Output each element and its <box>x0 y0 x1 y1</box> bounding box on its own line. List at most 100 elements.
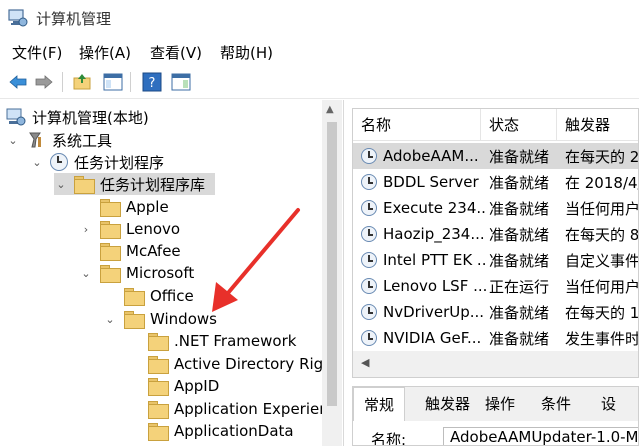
task-name: BDDL Server <box>383 173 479 191</box>
tree-item-apple[interactable]: Apple <box>100 196 169 218</box>
task-row[interactable]: Intel PTT EK ... 准备就绪 自定义事件 <box>353 247 638 273</box>
task-list-horizontal-scrollbar[interactable]: ◀ <box>353 351 638 377</box>
name-label: 名称: <box>371 431 407 446</box>
toolbar: ? <box>0 66 639 99</box>
computer-icon <box>6 108 26 126</box>
task-row[interactable]: AdobeAAM... 准备就绪 在每天的 2: <box>353 143 638 169</box>
chevron-down-icon[interactable]: ⌄ <box>78 267 94 280</box>
tree-item-active-directory[interactable]: Active Directory Right <box>148 353 339 375</box>
task-row[interactable]: BDDL Server 准备就绪 在 2018/4/ <box>353 169 638 195</box>
task-detail-pane: 常规 触发器 操作 条件 设置 名称: AdobeAAMUpdater-1.0-… <box>352 386 639 446</box>
task-row[interactable]: Lenovo LSF ... 正在运行 当任何用户 <box>353 273 639 299</box>
chevron-down-icon[interactable]: ⌄ <box>102 313 118 326</box>
folder-icon <box>148 356 169 374</box>
tab-general[interactable]: 常规 <box>353 387 406 421</box>
folder-icon <box>100 199 121 217</box>
up-folder-button[interactable] <box>70 70 94 94</box>
window-title: 计算机管理 <box>36 10 112 28</box>
task-trigger: 当任何用户 <box>565 277 639 296</box>
tree-item-application-data[interactable]: ApplicationData <box>148 420 294 442</box>
scrollbar-thumb[interactable] <box>327 122 337 406</box>
tree-item-microsoft[interactable]: ⌄ Microsoft <box>78 262 194 284</box>
task-row[interactable]: Haozip_234... 准备就绪 在每天的 8: <box>353 221 638 247</box>
column-header-name[interactable]: 名称 <box>353 109 481 141</box>
tree-item-mcafee[interactable]: McAfee <box>100 240 181 262</box>
task-icon <box>361 148 377 164</box>
chevron-down-icon[interactable]: ⌄ <box>54 178 68 191</box>
tree-item-label: Microsoft <box>126 264 195 282</box>
help-icon: ? <box>142 72 162 92</box>
back-icon <box>9 75 27 89</box>
task-status: 准备就绪 <box>489 147 550 166</box>
tree-item-lenovo[interactable]: › Lenovo <box>78 218 180 240</box>
tree-item-system-tools[interactable]: ⌄ 系统工具 <box>6 129 112 151</box>
tree-vertical-scrollbar[interactable]: ▲ <box>322 100 342 446</box>
tab-settings[interactable]: 设置 <box>591 387 638 445</box>
tree-item-appid[interactable]: AppID <box>148 375 219 397</box>
tree-item-task-library[interactable]: ⌄ 任务计划程序库 <box>54 173 216 195</box>
chevron-down-icon[interactable]: ⌄ <box>30 156 44 169</box>
tab-conditions[interactable]: 条件 <box>531 387 581 421</box>
computer-management-icon <box>8 9 28 27</box>
tree-item-label: 任务计划程序库 <box>100 175 206 194</box>
scroll-left-icon[interactable]: ◀ <box>361 356 369 369</box>
tree-item-label: 任务计划程序 <box>74 153 165 172</box>
tree-item-label: ApplicationData <box>174 422 294 440</box>
tree-item-label: .NET Framework <box>174 332 297 350</box>
action-pane-button[interactable] <box>169 70 193 94</box>
tree-item-task-scheduler[interactable]: ⌄ 任务计划程序 <box>30 151 164 173</box>
folder-icon <box>124 288 145 306</box>
column-header-status[interactable]: 状态 <box>481 109 557 141</box>
task-status: 准备就绪 <box>489 225 550 244</box>
task-status: 正在运行 <box>489 277 550 296</box>
help-button[interactable]: ? <box>140 70 164 94</box>
tree-item-label: Active Directory Right <box>174 355 339 373</box>
tab-triggers[interactable]: 触发器 <box>415 387 480 421</box>
task-row[interactable]: NvDriverUp... 准备就绪 在每天的 12 <box>353 299 639 325</box>
folder-icon <box>100 221 121 239</box>
scroll-up-icon[interactable]: ▲ <box>326 104 334 115</box>
column-header-trigger[interactable]: 触发器 <box>557 109 638 141</box>
back-button[interactable] <box>6 70 30 94</box>
menu-file[interactable]: 文件(F) <box>12 42 62 63</box>
menu-help[interactable]: 帮助(H) <box>220 42 273 63</box>
task-icon <box>361 226 377 242</box>
task-status: 准备就绪 <box>489 199 550 218</box>
task-trigger: 发生事件时 <box>565 329 639 348</box>
task-name: Haozip_234... <box>383 225 485 243</box>
tree-item-office[interactable]: Office <box>124 285 194 307</box>
folder-icon <box>100 265 121 283</box>
folder-icon <box>148 333 169 351</box>
folder-icon <box>100 243 121 261</box>
menu-action[interactable]: 操作(A) <box>79 42 131 63</box>
tree-item-application-experience[interactable]: Application Experienc <box>148 398 337 420</box>
tree-item-computer-management[interactable]: 计算机管理(本地) <box>6 106 149 128</box>
task-name: Intel PTT EK ... <box>383 251 486 269</box>
task-library-icon <box>74 176 95 194</box>
tools-icon <box>29 132 41 148</box>
tree-item-label: Lenovo <box>126 220 181 238</box>
task-name: AdobeAAM... <box>383 147 479 165</box>
task-icon <box>361 330 377 346</box>
task-icon <box>361 252 377 268</box>
menu-view[interactable]: 查看(V) <box>150 42 202 63</box>
forward-icon <box>35 75 53 89</box>
chevron-right-icon[interactable]: › <box>78 223 94 236</box>
tree-item-label: Apple <box>126 198 169 216</box>
show-hide-tree-icon <box>103 73 123 91</box>
up-folder-icon <box>73 74 91 90</box>
tree-item-windows[interactable]: ⌄ Windows <box>102 308 217 330</box>
tree-item-label: Office <box>150 287 194 305</box>
tree-item-net-framework[interactable]: .NET Framework <box>148 330 296 352</box>
forward-button[interactable] <box>32 70 56 94</box>
task-trigger: 当任何用户 <box>565 199 639 218</box>
task-status: 准备就绪 <box>489 251 550 270</box>
show-hide-tree-button[interactable] <box>101 70 125 94</box>
chevron-down-icon[interactable]: ⌄ <box>6 134 20 147</box>
task-name: Lenovo LSF ... <box>383 277 486 295</box>
task-row[interactable]: Execute 234... 准备就绪 当任何用户 <box>353 195 639 221</box>
tab-actions[interactable]: 操作 <box>475 387 525 421</box>
task-row[interactable]: NVIDIA GeF... 准备就绪 发生事件时 <box>353 325 639 351</box>
task-name-field[interactable]: AdobeAAMUpdater-1.0-Micr <box>443 427 638 445</box>
task-trigger: 在每天的 12 <box>565 303 639 322</box>
